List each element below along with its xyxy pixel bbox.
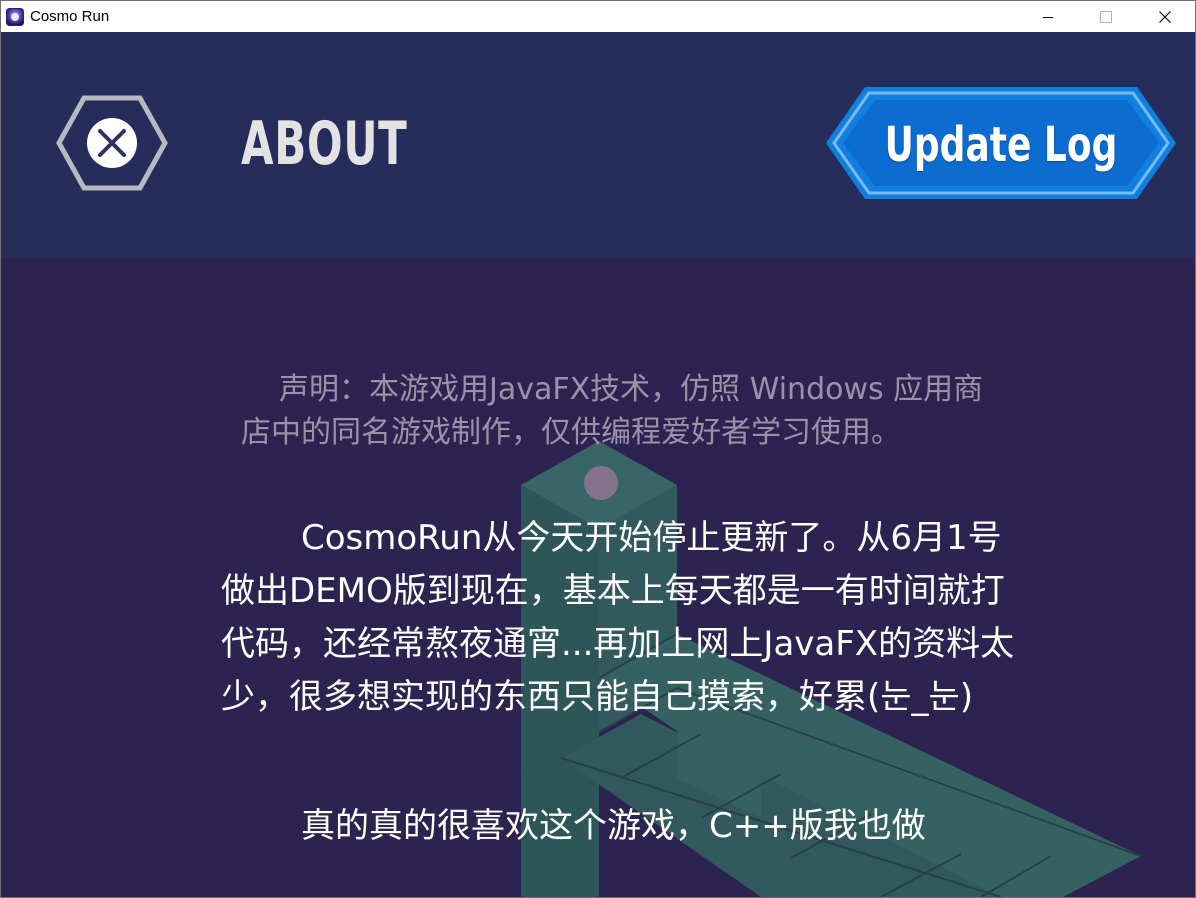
minimize-button[interactable] [1025, 1, 1071, 32]
minimize-icon [1043, 16, 1053, 18]
page-title: ABOUT [241, 109, 408, 179]
about-screen: ABOUT Update Log 声明：本游戏用JavaFX技术，仿照 Wind… [1, 32, 1195, 897]
update-log-label: Update Log [884, 117, 1118, 173]
cosmo-run-app-icon [6, 8, 24, 26]
update-log-button[interactable]: Update Log [825, 86, 1177, 200]
header-bar: ABOUT Update Log [1, 32, 1195, 258]
app-window: Cosmo Run ABOUT Update Log 声明：本游戏用JavaFX… [0, 0, 1196, 898]
maximize-button[interactable] [1083, 1, 1129, 32]
close-window-button[interactable] [1142, 1, 1188, 32]
close-icon [1159, 10, 1171, 23]
ball [584, 466, 618, 500]
about-paragraph-1: CosmoRun从今天开始停止更新了。从6月1号做出DEMO版到现在，基本上每天… [221, 518, 1015, 717]
close-x-icon [87, 118, 137, 168]
window-title: Cosmo Run [30, 8, 110, 25]
disclaimer-text: 声明：本游戏用JavaFX技术，仿照 Windows 应用商店中的同名游戏制作，… [241, 372, 984, 450]
title-bar[interactable]: Cosmo Run [1, 1, 1195, 32]
maximize-icon [1100, 10, 1112, 23]
back-button[interactable] [55, 94, 169, 192]
about-paragraph-2: 真的真的很喜欢这个游戏，C++版我也做 [301, 806, 926, 846]
